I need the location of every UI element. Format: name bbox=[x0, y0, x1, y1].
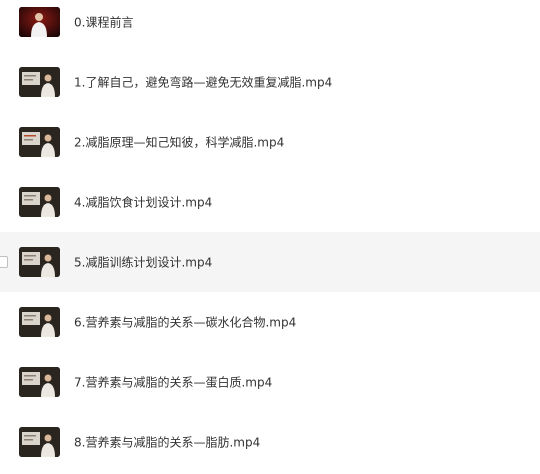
lecture-thumbnail-image bbox=[19, 127, 60, 157]
video-thumbnail bbox=[19, 187, 60, 217]
file-name: 0.课程前言 bbox=[74, 15, 134, 30]
lecture-thumbnail-image bbox=[19, 67, 60, 97]
file-row-5[interactable]: 6.营养素与减脂的关系—碳水化合物.mp4 bbox=[0, 292, 540, 352]
lecture-thumbnail-image bbox=[19, 307, 60, 337]
file-name: 5.减脂训练计划设计.mp4 bbox=[74, 255, 213, 270]
file-name: 7.营养素与减脂的关系—蛋白质.mp4 bbox=[74, 375, 273, 390]
lecture-thumbnail-image bbox=[19, 427, 60, 457]
file-name: 2.减脂原理—知己知彼，科学减脂.mp4 bbox=[74, 135, 285, 150]
file-row-2[interactable]: 2.减脂原理—知己知彼，科学减脂.mp4 bbox=[0, 112, 540, 172]
file-row-6[interactable]: 7.营养素与减脂的关系—蛋白质.mp4 bbox=[0, 352, 540, 412]
row-checkbox[interactable] bbox=[0, 256, 8, 268]
file-list: 0.课程前言 1.了解自己，避免弯路—避免无效重复减脂.mp4 2.减脂原理—知… bbox=[0, 0, 540, 474]
video-thumbnail bbox=[19, 307, 60, 337]
video-thumbnail bbox=[19, 7, 60, 37]
file-name: 4.减脂饮食计划设计.mp4 bbox=[74, 195, 213, 210]
video-thumbnail bbox=[19, 127, 60, 157]
file-name: 1.了解自己，避免弯路—避免无效重复减脂.mp4 bbox=[74, 75, 333, 90]
lecture-thumbnail-image bbox=[19, 187, 60, 217]
file-row-1[interactable]: 1.了解自己，避免弯路—避免无效重复减脂.mp4 bbox=[0, 52, 540, 112]
video-thumbnail bbox=[19, 247, 60, 277]
video-thumbnail bbox=[19, 367, 60, 397]
video-thumbnail bbox=[19, 67, 60, 97]
lecture-thumbnail-image bbox=[19, 367, 60, 397]
intro-thumbnail-image bbox=[19, 7, 60, 37]
file-name: 6.营养素与减脂的关系—碳水化合物.mp4 bbox=[74, 315, 297, 330]
lecture-thumbnail-image bbox=[19, 247, 60, 277]
file-row-4[interactable]: 5.减脂训练计划设计.mp4 bbox=[0, 232, 540, 292]
video-thumbnail bbox=[19, 427, 60, 457]
file-row-3[interactable]: 4.减脂饮食计划设计.mp4 bbox=[0, 172, 540, 232]
file-row-0[interactable]: 0.课程前言 bbox=[0, 0, 540, 52]
file-row-7[interactable]: 8.营养素与减脂的关系—脂肪.mp4 bbox=[0, 412, 540, 472]
file-name: 8.营养素与减脂的关系—脂肪.mp4 bbox=[74, 435, 261, 450]
